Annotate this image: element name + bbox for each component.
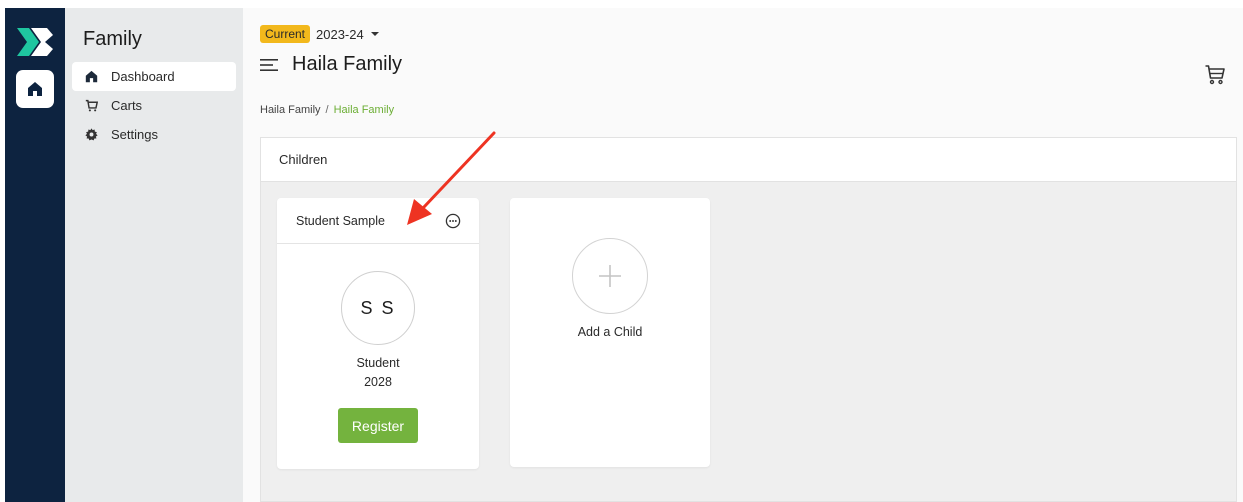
app-frame: Family Dashboard Carts Settings Current … [5, 8, 1243, 502]
student-name: Student Sample [296, 213, 385, 228]
avatar: S S [341, 271, 415, 345]
icon-rail [5, 8, 65, 502]
year-selector[interactable]: Current 2023-24 [260, 25, 379, 43]
add-child-button[interactable] [572, 238, 648, 314]
register-button[interactable]: Register [338, 408, 418, 443]
home-icon [28, 82, 42, 96]
breadcrumb-separator: / [325, 104, 329, 116]
sidebar-nav: Dashboard Carts Settings [72, 62, 236, 149]
sidebar-item-label: Dashboard [111, 69, 175, 84]
breadcrumb-link[interactable]: Haila Family [260, 104, 321, 116]
cart-icon [85, 99, 98, 112]
student-role: Student [356, 356, 400, 370]
student-card-header: Student Sample [277, 198, 479, 244]
sidebar: Family Dashboard Carts Settings [65, 8, 243, 502]
more-options-icon[interactable] [445, 213, 461, 229]
add-child-card[interactable]: Add a Child [510, 198, 710, 467]
gear-icon [85, 128, 98, 141]
sidebar-item-carts[interactable]: Carts [72, 91, 236, 120]
panel-title: Children [261, 138, 1236, 182]
children-panel: Children Student Sample S S Student 2028… [260, 137, 1237, 502]
title-row: Haila Family [260, 53, 402, 76]
breadcrumb: Haila Family / Haila Family [260, 104, 394, 116]
app-logo-icon [17, 28, 53, 56]
plus-icon [599, 265, 621, 287]
sidebar-title: Family [83, 28, 142, 50]
student-card: Student Sample S S Student 2028 Register [277, 198, 479, 469]
sidebar-item-label: Settings [111, 127, 158, 142]
rail-home-button[interactable] [16, 70, 54, 108]
sidebar-item-dashboard[interactable]: Dashboard [72, 62, 236, 91]
student-year: 2028 [364, 375, 392, 389]
sidebar-item-label: Carts [111, 98, 143, 113]
home-icon [85, 70, 98, 83]
breadcrumb-current: Haila Family [333, 104, 395, 116]
add-child-label: Add a Child [577, 325, 643, 339]
main-content: Current 2023-24 Haila Family Haila Famil… [243, 8, 1243, 502]
chevron-down-icon [370, 32, 379, 36]
sidebar-item-settings[interactable]: Settings [72, 120, 236, 149]
cart-icon[interactable] [1204, 63, 1226, 85]
page-title: Haila Family [292, 53, 403, 75]
year-label: 2023-24 [316, 26, 364, 42]
current-badge: Current [260, 25, 311, 43]
menu-icon[interactable] [260, 58, 278, 72]
